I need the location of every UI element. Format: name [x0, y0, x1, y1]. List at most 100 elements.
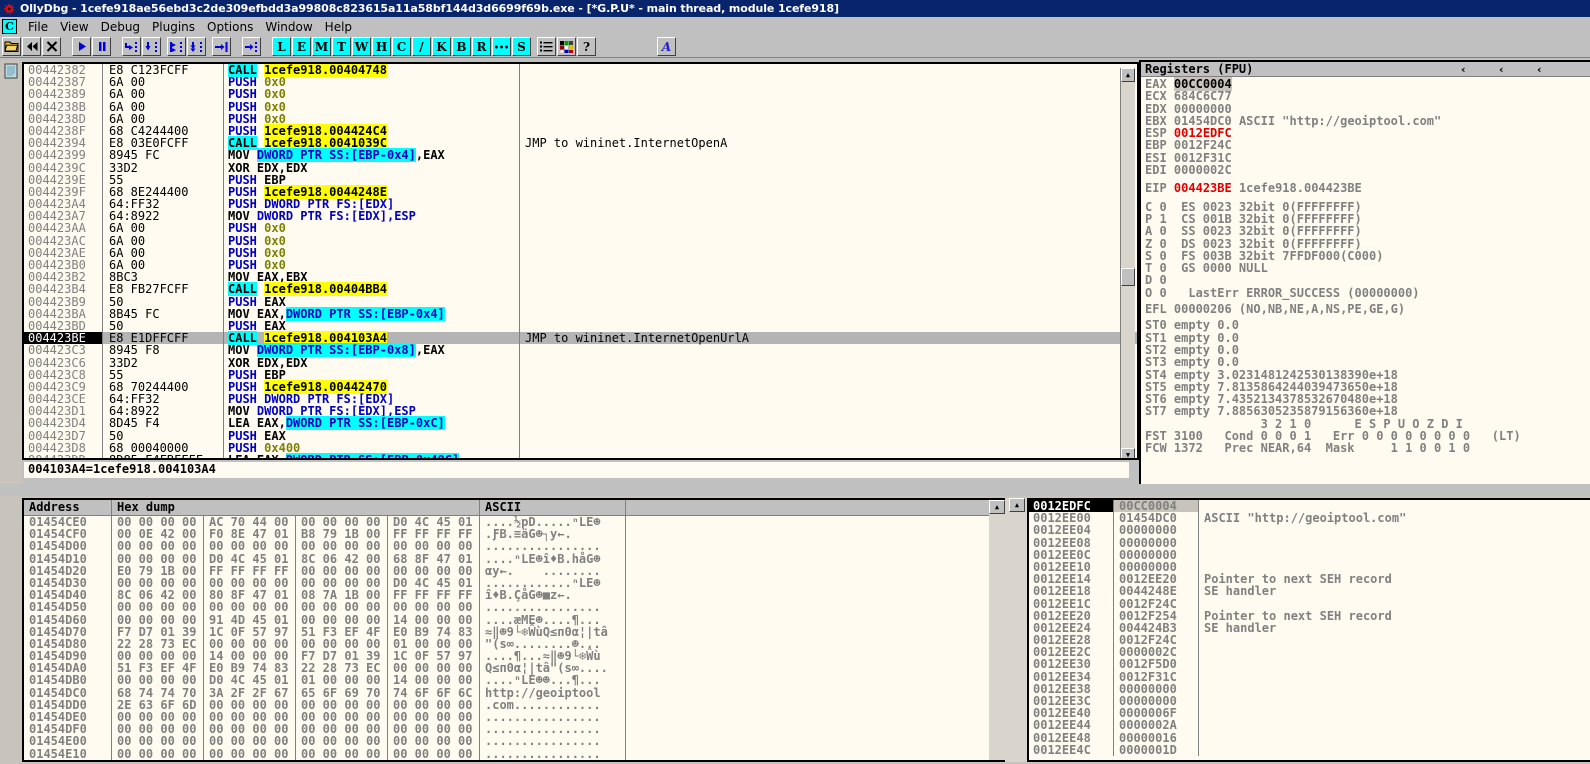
call-stack-button[interactable]: K	[432, 37, 451, 56]
flag-row-z[interactable]: Z 0 DS 0023 32bit 0(FFFFFFFF)	[1145, 238, 1590, 250]
log-window-button[interactable]: L	[272, 37, 291, 56]
disassembly-row[interactable]: 004423DD8D85 F4FBFFFFLEA EAX,DWORD PTR S…	[24, 454, 1137, 460]
disassembly-row[interactable]: 004423876A 00PUSH 0x0	[24, 76, 1137, 88]
disassembly-row[interactable]: 004423B4E8 FB27FCFFCALL 1cefe918.00404BB…	[24, 283, 1137, 295]
menu-item-window[interactable]: Window	[259, 19, 318, 35]
execute-till-return-button[interactable]	[212, 37, 231, 56]
disassembly-row[interactable]: 004423C633D2XOR EDX,EDX	[24, 357, 1137, 369]
step-into-button[interactable]	[122, 37, 141, 56]
menu-item-view[interactable]: View	[54, 19, 94, 35]
disassembly-scrollbar[interactable]: ▲ ▼	[1120, 68, 1135, 460]
disassembly-row[interactable]: 004423896A 00PUSH 0x0	[24, 88, 1137, 100]
pause-button[interactable]	[92, 37, 111, 56]
patches-button[interactable]: /	[412, 37, 431, 56]
stack-row[interactable]: 0012EE200012F254Pointer to next SEH reco…	[1029, 610, 1590, 622]
fpu-row-st7[interactable]: ST7 empty 7.8856305235879156360e+18	[1145, 405, 1590, 417]
help-button[interactable]: ?	[577, 37, 596, 56]
open-file-button[interactable]	[2, 37, 21, 56]
disassembly-row[interactable]: 004423C855PUSH EBP	[24, 369, 1137, 381]
disassembly-row[interactable]: 004423D750PUSH EAX	[24, 430, 1137, 442]
stack-row[interactable]: 0012EE0800000000	[1029, 537, 1590, 549]
menu-item-file[interactable]: File	[22, 19, 54, 35]
run-button[interactable]	[72, 37, 91, 56]
scroll-up-arrow[interactable]: ▲	[1121, 68, 1135, 82]
threads-button[interactable]: T	[332, 37, 351, 56]
execute-till-cursor-button[interactable]	[242, 37, 261, 56]
disassembly-row[interactable]: 004423D164:8922MOV DWORD PTR FS:[EDX],ES…	[24, 405, 1137, 417]
source-button[interactable]: S	[512, 37, 531, 56]
menu-item-debug[interactable]: Debug	[95, 19, 146, 35]
stack-row[interactable]: 0012EE140012EE20Pointer to next SEH reco…	[1029, 573, 1590, 585]
stack-row[interactable]: 0012EE2C0000002C	[1029, 646, 1590, 658]
menu-item-help[interactable]: Help	[319, 19, 358, 35]
stack-row[interactable]: 0012EE3800000000	[1029, 683, 1590, 695]
stack-row[interactable]: 0012EE180044248ESE handler	[1029, 585, 1590, 597]
stack-row[interactable]: 0012EE4C0000001D	[1029, 744, 1590, 756]
disassembly-row[interactable]: 004423B28BC3MOV EAX,EBX	[24, 271, 1137, 283]
close-x-button[interactable]	[42, 37, 61, 56]
appearance-palette-button[interactable]	[557, 37, 576, 56]
disassembly-row[interactable]: 004423D48D45 F4LEA EAX,DWORD PTR SS:[EBP…	[24, 417, 1137, 429]
fpu-row-st3[interactable]: ST3 empty 0.0	[1145, 356, 1590, 368]
disassembly-row[interactable]: 0044238B6A 00PUSH 0x0	[24, 101, 1137, 113]
dump-row[interactable]: 01454D0000 00 00 0000 00 00 0000 00 00 0…	[24, 540, 1005, 552]
stack-row[interactable]: 0012EE4800000016	[1029, 732, 1590, 744]
font-a-button[interactable]: A	[657, 37, 676, 56]
dump-row[interactable]: 01454E1000 00 00 0000 00 00 0000 00 00 0…	[24, 748, 1005, 760]
disassembly-row[interactable]: 0044238D6A 00PUSH 0x0	[24, 113, 1137, 125]
stack-row[interactable]: 0012EE0400000000	[1029, 524, 1590, 536]
stack-row[interactable]: 0012EE1C0012F24C	[1029, 598, 1590, 610]
disassembly-row[interactable]: 004423CE64:FF32PUSH DWORD PTR FS:[EDX]	[24, 393, 1137, 405]
restart-button[interactable]	[22, 37, 41, 56]
stack-row[interactable]: 0012EE24004424B3SE handler	[1029, 622, 1590, 634]
disassembly-list[interactable]: 00442382E8 C123FCFFCALL 1cefe918.0040474…	[22, 62, 1139, 460]
step-over-button[interactable]	[142, 37, 161, 56]
register-row-eip[interactable]: EIP 004423BE 1cefe918.004423BE	[1145, 182, 1590, 194]
stack-scrollbar[interactable]: ▲	[1005, 498, 1027, 762]
chevron-3-icon[interactable]: ‹	[1537, 63, 1542, 76]
fpu-row-st4[interactable]: ST4 empty 3.0231481242530138390e+18	[1145, 369, 1590, 381]
fcw-row[interactable]: FCW 1372 Prec NEAR,64 Mask 1 1 0 0 1 0	[1145, 442, 1590, 454]
scroll-thumb[interactable]	[1121, 268, 1135, 286]
fpu-row-st0[interactable]: ST0 empty 0.0	[1145, 319, 1590, 331]
disassembly-row[interactable]: 004423A464:FF32PUSH DWORD PTR FS:[EDX]	[24, 198, 1137, 210]
menu-item-options[interactable]: Options	[201, 19, 259, 35]
flag-row-a[interactable]: A 0 SS 0023 32bit 0(FFFFFFFF)	[1145, 225, 1590, 237]
run-trace-button[interactable]: •••	[492, 37, 511, 56]
handles-button[interactable]: H	[372, 37, 391, 56]
chevron-2-icon[interactable]: ‹	[1499, 63, 1504, 76]
disassembly-row[interactable]: 004423A764:8922MOV DWORD PTR FS:[EDX],ES…	[24, 210, 1137, 222]
dump-row[interactable]: 01454D1000 00 00 00D0 4C 45 018C 06 42 0…	[24, 553, 1005, 565]
dump-scrollbar[interactable]: ▲	[989, 498, 1005, 762]
dump-row[interactable]: 01454D6000 00 00 0091 4D 45 0100 00 00 0…	[24, 614, 1005, 626]
stack-scroll-up-arrow[interactable]: ▲	[1009, 498, 1025, 512]
disassembly-row[interactable]: 004423B06A 00PUSH 0x0	[24, 259, 1137, 271]
disassembly-row[interactable]: 004423AA6A 00PUSH 0x0	[24, 222, 1137, 234]
stack-row[interactable]: 0012EE0C00000000	[1029, 549, 1590, 561]
trace-into-button[interactable]	[167, 37, 186, 56]
cpu-window-icon[interactable]: C	[2, 19, 17, 34]
dump-list[interactable]: Address Hex dump ASCII 01454CE000 00 00 …	[22, 498, 1005, 762]
dump-row[interactable]: 01454D5000 00 00 0000 00 00 0000 00 00 0…	[24, 601, 1005, 613]
executable-modules-button[interactable]: E	[292, 37, 311, 56]
stack-row[interactable]: 0012EE300012F5D0	[1029, 658, 1590, 670]
breakpoints-button[interactable]: B	[452, 37, 471, 56]
disassembly-row[interactable]: 004423AE6A 00PUSH 0x0	[24, 247, 1137, 259]
disassembly-row[interactable]: 004423B950PUSH EAX	[24, 296, 1137, 308]
stack-row[interactable]: 0012EE340012F31C	[1029, 671, 1590, 683]
disassembly-row[interactable]: 00442382E8 C123FCFFCALL 1cefe918.0040474…	[24, 64, 1137, 76]
chevron-1-icon[interactable]: ‹	[1461, 63, 1466, 76]
flag-row-o[interactable]: O 0 LastErr ERROR_SUCCESS (00000000)	[1145, 287, 1590, 299]
stack-row[interactable]: 0012EE0001454DC0ASCII "http://geoiptool.…	[1029, 512, 1590, 524]
disassembly-row[interactable]: 0044239C33D2XOR EDX,EDX	[24, 162, 1137, 174]
stack-row[interactable]: 0012EE400000006F	[1029, 707, 1590, 719]
register-row-edi[interactable]: EDI 0000002C	[1145, 164, 1590, 176]
stack-row[interactable]: 0012EE3C00000000	[1029, 695, 1590, 707]
trace-over-button[interactable]	[187, 37, 206, 56]
disassembly-row[interactable]: 0044239E55PUSH EBP	[24, 174, 1137, 186]
dump-row[interactable]: 01454DB000 00 00 00D0 4C 45 0101 00 00 0…	[24, 674, 1005, 686]
disassembly-row[interactable]: 0044239F68 8E244400PUSH 1cefe918.0044248…	[24, 186, 1137, 198]
disassembly-row[interactable]: 00442394E8 03E0FCFFCALL 1cefe918.0041039…	[24, 137, 1137, 149]
flag-row-d[interactable]: D 0	[1145, 274, 1590, 286]
disassembly-row[interactable]: 004423998945 FCMOV DWORD PTR SS:[EBP-0x4…	[24, 149, 1137, 161]
